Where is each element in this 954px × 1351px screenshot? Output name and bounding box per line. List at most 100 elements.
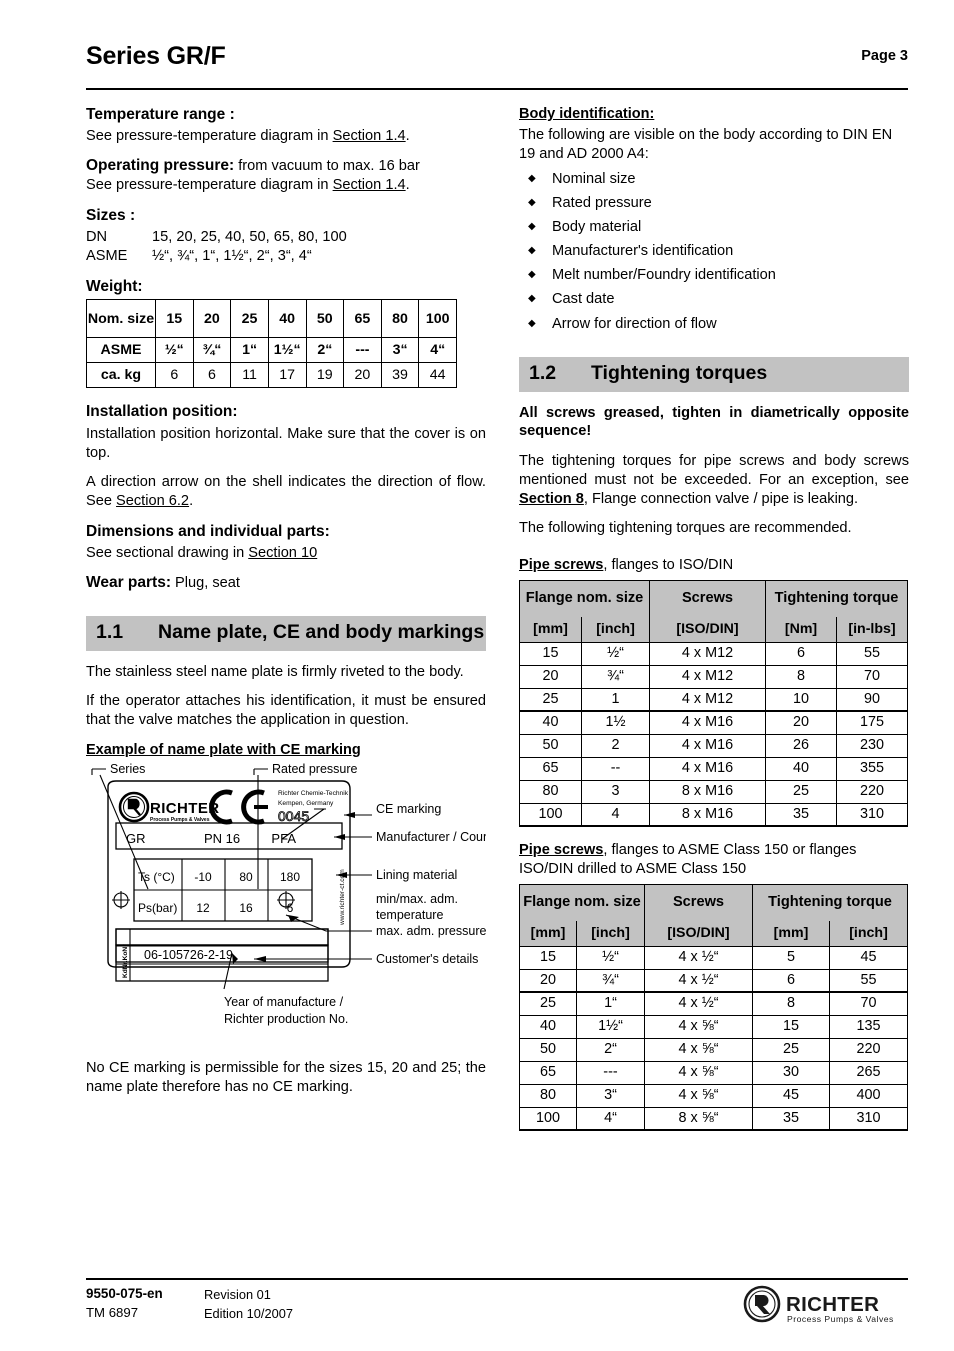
sizes-asme-value: ½“, ¾“, 1“, 1½“, 2“, 3“, 4“ xyxy=(152,247,312,264)
plate-pressure-value: PN 16 xyxy=(204,831,240,846)
weight-cell: 11 xyxy=(230,362,269,389)
weight-cell: 19 xyxy=(305,362,345,389)
weight-cell: 50 xyxy=(305,299,345,339)
cell: 5 xyxy=(752,945,830,970)
weight-cell: 25 xyxy=(230,299,269,339)
iso-unit-inch: [inch] xyxy=(581,617,650,643)
table-row: 40 1½ 4 x M16 20 175 xyxy=(519,710,909,735)
asme-unit-isodin: [ISO/DIN] xyxy=(644,921,753,947)
wear-parts-heading: Wear parts: xyxy=(86,573,171,591)
install-section-link[interactable]: Section 6.2 xyxy=(116,493,189,509)
plate-press-value: 16 xyxy=(239,901,253,915)
list-item: Body material xyxy=(519,218,909,237)
weight-cell: 80 xyxy=(380,299,420,339)
sizes-heading: Sizes : xyxy=(86,206,136,224)
weight-heading: Weight: xyxy=(86,278,143,295)
weight-cell: 20 xyxy=(343,362,382,389)
cell: 55 xyxy=(828,968,909,993)
installation-paragraph-2: A direction arrow on the shell indicates… xyxy=(86,473,486,511)
list-item: Arrow for direction of flow xyxy=(519,315,909,334)
asme-table-caption: Pipe screws, flanges to ASME Class 150 o… xyxy=(519,841,909,878)
weight-row-header-nom-size: Nom. size xyxy=(86,299,156,339)
cell: 40 xyxy=(519,1014,577,1039)
asme-group-screws: Screws xyxy=(644,883,753,922)
cell: 3“ xyxy=(576,1083,645,1108)
table-row: 20 ¾“ 4 x M12 8 70 xyxy=(519,664,909,689)
table-row: 80 3“ 4 x ⅝“ 45 400 xyxy=(519,1083,909,1108)
cell: 65 xyxy=(519,756,582,781)
dimensions-text: See sectional drawing in Section 10 xyxy=(86,544,486,563)
weight-cell: 40 xyxy=(267,299,307,339)
cell: 25 xyxy=(752,1037,830,1062)
document-tm: TM 6897 xyxy=(86,1305,139,1320)
table-row: 50 2“ 4 x ⅝“ 25 220 xyxy=(519,1037,909,1062)
cell: 70 xyxy=(835,664,909,689)
weight-row-header-asme: ASME xyxy=(86,337,156,364)
section-1-1-number: 1.1 xyxy=(96,620,124,643)
section-1-1-paragraph-1: The stainless steel name plate is firmly… xyxy=(86,663,464,680)
weight-cell: ¾“ xyxy=(192,337,232,364)
body-identification-intro: The following are visible on the body ac… xyxy=(519,127,893,162)
cell: 310 xyxy=(828,1106,909,1132)
page-header: Series GR/F Page 3 xyxy=(86,42,908,86)
asme-unit-mm: [mm] xyxy=(519,921,577,947)
op-text-after: . xyxy=(405,177,410,194)
plate-manufacturer-line1: Richter Chemie-Technik xyxy=(278,790,349,797)
richter-logo-icon xyxy=(743,1285,781,1323)
plate-temp-label: Ts (°C) xyxy=(138,870,175,884)
plate-pressure-label: Ps(bar) xyxy=(138,901,177,915)
section-1-1-title: Name plate, CE and body markings xyxy=(158,620,485,643)
callout-max-pressure: max. adm. pressure xyxy=(376,924,486,938)
iso-group-torque: Tightening torque xyxy=(764,579,909,618)
list-item: Cast date xyxy=(519,290,909,309)
installation-position-heading: Installation position: xyxy=(86,403,238,421)
cell: 4 x M16 xyxy=(649,733,766,758)
weight-cell: 20 xyxy=(192,299,232,339)
temp-section-link[interactable]: Section 1.4 xyxy=(333,128,406,144)
list-item: Manufacturer's identification xyxy=(519,242,909,261)
cell: 26 xyxy=(765,733,837,758)
op-text-before: See pressure-temperature diagram in xyxy=(86,177,333,194)
tq-text-b: , Flange connection valve / pipe is leak… xyxy=(583,490,859,507)
plate-logo-icon xyxy=(118,791,150,823)
install-text-after: . xyxy=(189,493,194,509)
cell: 4 x ½“ xyxy=(644,945,753,970)
weight-cell: 100 xyxy=(418,299,457,339)
wear-parts-value: Plug, seat xyxy=(171,574,240,591)
dim-text-before: See sectional drawing in xyxy=(86,545,249,562)
cell: 220 xyxy=(835,779,909,804)
cell: 4 x M12 xyxy=(649,641,766,666)
cell: ¾“ xyxy=(576,968,645,993)
cell: 25 xyxy=(519,991,577,1016)
section-1-2-title: Tightening torques xyxy=(591,361,768,384)
weight-cell: 15 xyxy=(155,299,194,339)
plate-ce-number: 0045 xyxy=(278,808,309,824)
wear-parts-line: Wear parts: Plug, seat xyxy=(86,574,486,592)
plate-series-value: GR xyxy=(126,831,146,846)
weight-cell: 17 xyxy=(267,362,307,389)
header-divider xyxy=(86,88,908,90)
cell: 4 x M16 xyxy=(649,756,766,781)
weight-cell: 44 xyxy=(418,362,457,389)
weight-cell: 3“ xyxy=(380,337,420,364)
op-section-link[interactable]: Section 1.4 xyxy=(333,177,406,193)
dimensions-heading: Dimensions and individual parts: xyxy=(86,522,330,540)
sizes-row-dn: DN 15, 20, 25, 40, 50, 65, 80, 100 xyxy=(86,228,486,246)
cell: 4“ xyxy=(576,1106,645,1132)
cell: 35 xyxy=(752,1106,830,1132)
dim-section-link[interactable]: Section 10 xyxy=(248,545,317,561)
weight-cell: --- xyxy=(343,337,382,364)
cell: 35 xyxy=(765,802,837,828)
cell: 175 xyxy=(835,710,909,735)
callout-minmax-temp-2: temperature xyxy=(376,908,443,922)
plate-lining-value: PFA xyxy=(271,831,296,846)
table-row: 15 ½“ 4 x M12 6 55 xyxy=(519,641,909,666)
asme-group-torque: Tightening torque xyxy=(751,883,909,922)
table-row: 65 -- 4 x M16 40 355 xyxy=(519,756,909,781)
tq-section-link[interactable]: Section 8 xyxy=(519,491,584,507)
iso-group-screws: Screws xyxy=(649,579,766,618)
table-row: 80 3 8 x M16 25 220 xyxy=(519,779,909,804)
tightening-paragraph-2: The following tightening torques are rec… xyxy=(519,520,852,537)
asme-torque-table: Flange nom. size Screws Tightening torqu… xyxy=(519,883,909,1132)
iso-table-caption: Pipe screws, flanges to ISO/DIN xyxy=(519,556,909,575)
